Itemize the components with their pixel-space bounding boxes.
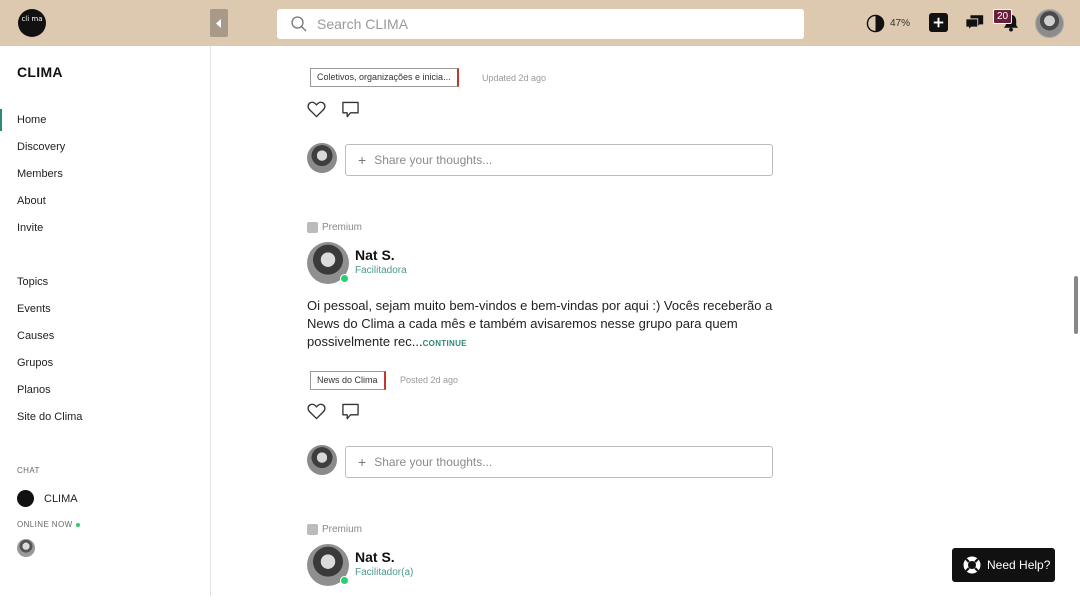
create-post-button[interactable] [929,13,948,37]
commenter-avatar [307,445,337,475]
post-body[interactable]: Oi pessoal, sejam muito bem-vindos e bem… [307,297,777,353]
comment-input[interactable]: + Share your thoughts... [345,144,773,176]
search-input[interactable] [317,16,777,32]
need-help-button[interactable]: Need Help? [952,548,1055,582]
nav-grupos[interactable]: Grupos [17,357,53,369]
nav-members[interactable]: Members [17,168,63,180]
nav-topics[interactable]: Topics [17,276,48,288]
online-now-label: ONLINE NOW [17,520,80,529]
speech-bubble-icon [342,101,359,118]
contrast-toggle[interactable]: 47% [866,0,910,46]
premium-icon [307,222,318,233]
like-button[interactable] [307,101,326,123]
comment-placeholder: Share your thoughts... [374,153,493,167]
post-topic-tag[interactable]: Coletivos, organizações e inicia... [310,68,459,87]
plus-icon [929,13,948,32]
chat-name: CLIMA [44,492,78,505]
search-icon [291,16,307,32]
sidebar: CLIMA Home Discovery Members About Invit… [0,46,211,596]
premium-text: Premium [322,524,363,535]
user-avatar[interactable] [1035,9,1064,38]
nav-invite[interactable]: Invite [17,222,43,234]
messages-button[interactable] [965,13,985,37]
chat-section-label: CHAT [17,466,40,475]
commenter-avatar [307,143,337,173]
author-name[interactable]: Nat S. [355,247,395,263]
community-logo[interactable]: cli ma [18,9,46,37]
chat-bubbles-icon [965,15,984,31]
online-now-text: ONLINE NOW [17,520,73,529]
premium-label: Premium [307,524,362,535]
author-role: Facilitadora [355,265,407,276]
plus-icon: + [358,454,367,470]
continue-link[interactable]: CONTINUE [423,339,467,348]
notification-count-badge: 20 [993,9,1013,24]
comment-placeholder: Share your thoughts... [374,455,493,469]
nav-discovery[interactable]: Discovery [17,141,65,153]
chat-clima[interactable]: CLIMA [17,490,78,507]
need-help-label: Need Help? [987,558,1051,572]
like-button[interactable] [307,403,326,425]
nav-events[interactable]: Events [17,303,51,315]
chat-logo [17,490,34,507]
premium-label: Premium [307,222,362,233]
post-body-text: Oi pessoal, sejam muito bem-vindos e bem… [307,298,773,349]
search-bar[interactable] [277,9,804,39]
nav-home[interactable]: Home [0,109,46,131]
chevron-left-icon [216,18,221,28]
premium-icon [307,524,318,535]
post-topic-tag[interactable]: News do Clima [310,371,386,390]
speech-bubble-icon [342,403,359,420]
nav-causes[interactable]: Causes [17,330,54,342]
heart-icon [307,101,326,118]
top-bar: cli ma 47% 20 [0,0,1080,46]
lifebuoy-icon [963,556,981,574]
comment-button[interactable] [341,101,360,124]
contrast-icon [866,14,885,32]
comment-input[interactable]: + Share your thoughts... [345,446,773,478]
contrast-percentage: 47% [890,17,911,29]
post-updated-time: Updated 2d ago [482,73,547,83]
online-status-dot [340,576,349,585]
author-role: Facilitador(a) [355,567,414,578]
collapse-sidebar-button[interactable] [210,9,228,37]
comment-button[interactable] [341,403,360,426]
online-member-avatar[interactable] [17,539,35,557]
online-status-dot [340,274,349,283]
community-name: CLIMA [17,64,63,80]
online-indicator-dot [75,522,80,527]
post-posted-time: Posted 2d ago [400,375,459,385]
nav-planos[interactable]: Planos [17,384,51,396]
nav-site-do-clima[interactable]: Site do Clima [17,411,82,423]
plus-icon: + [358,152,367,168]
author-name[interactable]: Nat S. [355,549,395,565]
scrollbar-thumb[interactable] [1074,276,1078,334]
premium-text: Premium [322,222,363,233]
heart-icon [307,403,326,420]
nav-about[interactable]: About [17,195,46,207]
